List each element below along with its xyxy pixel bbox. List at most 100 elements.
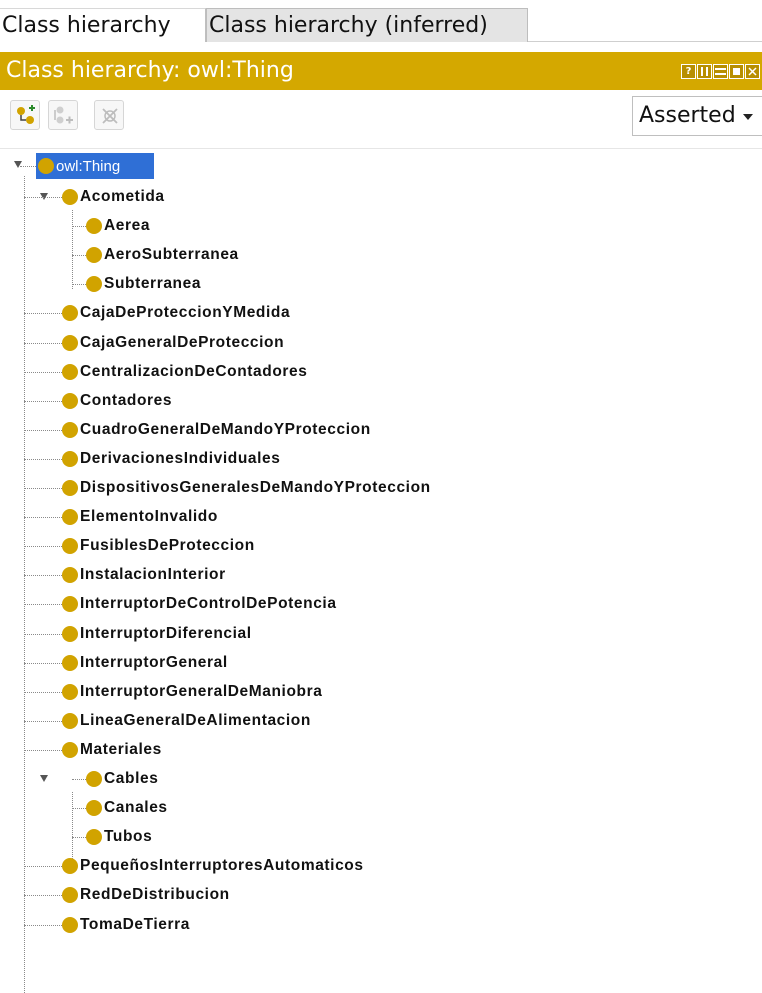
tree-node[interactable]: AeroSubterranea [86, 242, 239, 268]
tree-node-label: Tubos [104, 828, 153, 846]
class-icon [62, 334, 78, 351]
expand-toggle-owl-thing[interactable] [14, 161, 22, 168]
tree-node-label: FusiblesDeProteccion [80, 537, 255, 555]
tree-node-label: PequeñosInterruptoresAutomaticos [80, 857, 364, 875]
class-icon [62, 392, 78, 409]
tree-guide-branch [24, 546, 64, 548]
tree-node-label: ElementoInvalido [80, 508, 218, 526]
class-icon [62, 480, 78, 496]
tree-node-label: CuadroGeneralDeMandoYProteccion [80, 420, 371, 438]
tree-node-label: Acometida [80, 188, 165, 205]
tree-node-label: InterruptorGeneral [80, 653, 228, 671]
tree-node[interactable]: Subterranea [86, 271, 201, 297]
tree-node-label: InterruptorDiferencial [80, 624, 252, 642]
tree-guide-branch [24, 488, 64, 489]
class-icon [62, 596, 78, 613]
tree-node-label: RedDeDistribucion [80, 886, 230, 904]
tree-guide-branch [24, 924, 64, 926]
tree-node[interactable]: DerivacionesIndividuales [62, 446, 280, 472]
pin-icon[interactable] [697, 64, 712, 79]
tree-node[interactable]: CajaGeneralDeProteccion [62, 330, 284, 356]
tree-node[interactable]: Tubos [86, 824, 152, 850]
tree-node[interactable]: Materiales [62, 737, 162, 763]
tree-node[interactable]: LineaGeneralDeAlimentacion [62, 708, 311, 734]
class-hierarchy-tree: owl:Thing Acometida Aerea AeroSubterranea S… [0, 148, 762, 993]
tree-node-label: LineaGeneralDeAlimentacion [80, 711, 311, 729]
view-tabs: Class hierarchy Class hierarchy (inferre… [0, 0, 762, 46]
tree-guide-root-h [20, 166, 36, 167]
class-icon [86, 247, 102, 264]
expand-toggle-materiales[interactable] [40, 775, 48, 782]
tree-node[interactable]: DispositivosGeneralesDeMandoYProteccion [62, 475, 431, 501]
tree-node[interactable]: Canales [86, 795, 168, 821]
view-mode-value: Asserted [639, 103, 736, 128]
split-icon[interactable] [713, 64, 728, 79]
tree-node-label: Aerea [104, 217, 151, 235]
tree-node[interactable]: InterruptorDiferencial [62, 621, 252, 647]
add-subclass-icon [17, 105, 35, 124]
view-mode-select[interactable]: Asserted [632, 96, 762, 136]
class-icon [86, 218, 102, 235]
tree-node[interactable]: RedDeDistribucion [62, 882, 230, 908]
tree-node-label: Contadores [80, 391, 173, 409]
tab-class-hierarchy[interactable]: Class hierarchy [0, 8, 206, 42]
tree-guide-branch [24, 197, 64, 198]
tree-node-owl-thing[interactable]: owl:Thing [38, 153, 120, 179]
tree-node[interactable]: CentralizacionDeContadores [62, 359, 307, 385]
class-icon [62, 189, 78, 205]
tree-node-label: DispositivosGeneralesDeMandoYProteccion [80, 479, 431, 496]
tab-class-hierarchy-inferred[interactable]: Class hierarchy (inferred) [206, 8, 528, 42]
tree-node-label: DerivacionesIndividuales [80, 449, 281, 467]
tree-guide-branch [24, 400, 64, 402]
tree-node-label: InstalacionInterior [80, 566, 226, 584]
tree-node[interactable]: TomaDeTierra [62, 912, 190, 938]
class-icon [62, 509, 78, 526]
tree-guide-branch [24, 866, 64, 868]
tree-node[interactable]: Acometida [62, 184, 165, 210]
tree-node-label: CentralizacionDeContadores [80, 362, 308, 380]
tree-guide-branch [24, 429, 64, 431]
tree-node[interactable]: InterruptorDeControlDePotencia [62, 591, 337, 617]
tree-node[interactable]: InstalacionInterior [62, 562, 226, 588]
close-icon[interactable] [745, 64, 760, 79]
delete-class-icon [102, 108, 118, 124]
class-icon [62, 741, 78, 758]
tree-node[interactable]: ElementoInvalido [62, 504, 218, 530]
tree-node-label: Canales [104, 799, 168, 817]
add-sibling-button[interactable] [48, 100, 78, 130]
tree-guide-branch [24, 604, 64, 606]
class-icon [62, 858, 78, 875]
delete-class-button[interactable] [94, 100, 124, 130]
class-icon [62, 654, 78, 671]
tree-node-label: InterruptorGeneralDeManiobra [80, 682, 323, 700]
class-icon [62, 683, 78, 700]
tree-guide-branch [24, 575, 64, 577]
add-subclass-button[interactable] [10, 100, 40, 130]
class-icon [62, 363, 78, 380]
tree-node[interactable]: CajaDeProteccionYMedida [62, 300, 290, 326]
tree-node[interactable]: InterruptorGeneralDeManiobra [62, 679, 322, 705]
class-icon [86, 800, 102, 817]
tree-guide-root [24, 176, 25, 993]
tree-node[interactable]: PequeñosInterruptoresAutomaticos [62, 853, 364, 879]
tree-node-label: CajaDeProteccionYMedida [80, 304, 291, 322]
class-icon [38, 158, 54, 174]
tree-guide-branch [24, 895, 64, 897]
maximize-icon[interactable] [729, 64, 744, 79]
tree-guide-acometida [72, 210, 73, 289]
tree-guide-branch [24, 371, 64, 373]
tree-node[interactable]: Contadores [62, 388, 172, 414]
help-icon[interactable]: ? [681, 64, 696, 79]
tab-strip-divider [528, 41, 762, 42]
tree-guide-branch [24, 720, 64, 722]
tree-node[interactable]: CuadroGeneralDeMandoYProteccion [62, 417, 371, 443]
tree-node[interactable]: FusiblesDeProteccion [62, 533, 255, 559]
chevron-down-icon [743, 114, 753, 120]
tree-node[interactable]: Aerea [86, 213, 150, 239]
class-icon [86, 771, 102, 787]
tree-node-label: CajaGeneralDeProteccion [80, 333, 285, 351]
tree-node[interactable]: InterruptorGeneral [62, 650, 228, 676]
tree-node[interactable]: Cables [86, 766, 158, 792]
class-icon [62, 916, 78, 933]
tree-guide-branch [24, 633, 64, 635]
